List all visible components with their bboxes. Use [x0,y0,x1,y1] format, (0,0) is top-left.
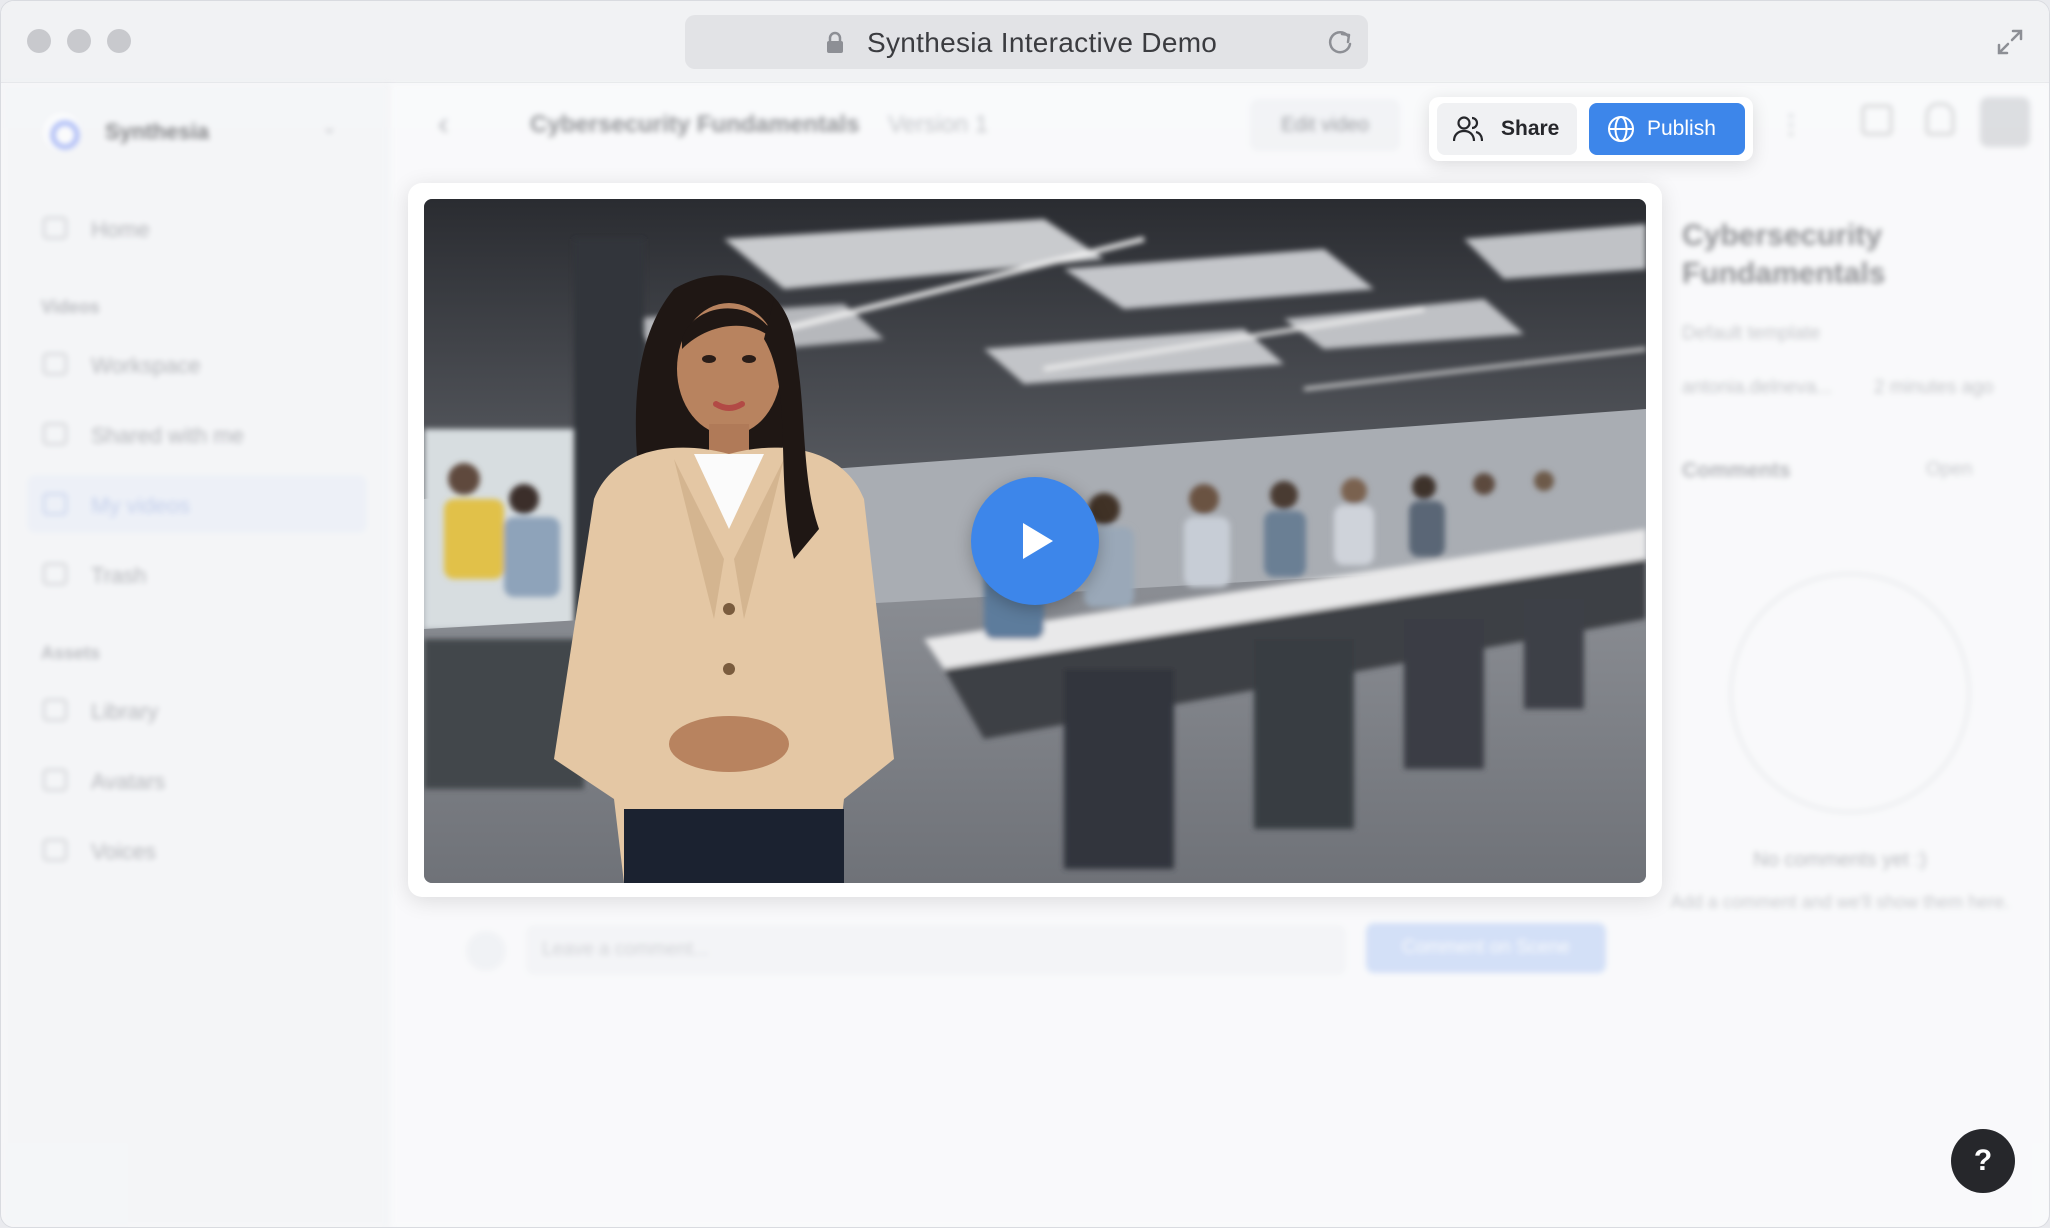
address-bar[interactable]: Synthesia Interactive Demo [685,15,1368,69]
window-maximize-dot[interactable] [107,29,131,53]
sidebar-item-label: Workspace [91,353,201,378]
empty-comments-subtitle: Add a comment and we'll show them here. [1670,892,2010,912]
share-label: Share [1501,117,1560,140]
sidebar-item-voices[interactable]: Voices [27,821,367,879]
details-title: Cybersecurity Fundamentals [1682,219,1886,290]
window-minimize-dot[interactable] [67,29,91,53]
reload-icon[interactable] [1326,28,1354,61]
library-icon [43,699,67,721]
bell-icon[interactable] [1926,103,1954,135]
template-name: Default template [1682,323,1821,344]
page-title: Synthesia Interactive Demo [867,27,1218,58]
sidebar-section-assets: Assets [41,643,101,663]
chevron-down-icon: ⌄ [321,117,337,137]
sidebar-item-label: My videos [91,493,191,518]
org-name: Synthesia [105,119,209,144]
workspace-switcher[interactable]: Synthesia ⌄ [37,107,337,157]
publish-button[interactable]: Publish [1589,103,1745,155]
author-name: antonia.delneva... [1682,377,1833,398]
sidebar-item-trash[interactable]: Trash [27,545,367,603]
share-button[interactable]: Share [1437,103,1577,155]
sidebar-item-home[interactable]: Home [27,199,367,257]
sidebar-item-label: Avatars [91,769,166,794]
grid-icon [43,353,67,375]
commenter-avatar [466,931,506,971]
user-icon [43,493,67,515]
lock-icon [825,31,845,60]
sidebar-item-label: Home [91,217,150,242]
home-icon [43,217,67,239]
play-button[interactable] [971,477,1099,605]
users-icon [1453,116,1483,142]
sidebar: Synthesia ⌄ Home Videos Workspace Shared… [1,83,389,1227]
sidebar-item-my-videos[interactable]: My videos [27,475,367,533]
empty-comments-illustration [1730,573,1970,813]
help-button[interactable]: ? [1951,1129,2015,1193]
browser-window: Synthesia Interactive Demo Synthesia ⌄ H… [0,0,2050,1228]
empty-comments-title: No comments yet :) [1753,849,1927,871]
trash-icon [43,563,67,585]
user-avatar[interactable] [1980,97,2030,147]
comments-filter[interactable]: Open [1926,459,1972,481]
browser-toolbar: Synthesia Interactive Demo [1,1,2049,83]
sidebar-item-shared[interactable]: Shared with me [27,405,367,463]
updated-time: 2 minutes ago [1874,377,1994,398]
globe-icon [1608,116,1634,142]
play-icon [1023,523,1053,559]
share-publish-group: Share Publish [1429,97,1753,161]
sidebar-item-label: Library [91,699,159,724]
edit-video-button[interactable]: Edit video [1250,99,1400,151]
sidebar-item-library[interactable]: Library [27,681,367,739]
expand-icon[interactable] [1995,27,2025,62]
avatar-icon [43,769,67,791]
sidebar-item-label: Shared with me [91,423,244,448]
sidebar-item-label: Trash [91,563,147,588]
back-arrow-icon[interactable]: ‹ [438,105,449,142]
voice-icon [43,839,67,861]
comment-input[interactable]: Leave a comment... [526,925,1346,975]
sidebar-item-avatars[interactable]: Avatars [27,751,367,809]
more-options-icon[interactable]: ⋮ [1778,109,1804,140]
users-icon [43,423,67,445]
window-close-dot[interactable] [27,29,51,53]
sidebar-item-workspace[interactable]: Workspace [27,335,367,393]
sidebar-section-videos: Videos [41,297,100,317]
publish-label: Publish [1647,117,1716,140]
comments-heading: Comments [1682,459,1791,482]
sidebar-item-label: Voices [91,839,156,864]
gift-icon[interactable] [1862,105,1892,135]
comment-bar: Leave a comment... Comment on Scene [466,921,1666,977]
video-title: Cybersecurity Fundamentals [530,111,860,138]
version-select[interactable]: Version 1 [888,111,988,139]
synthesia-logo-icon [41,111,83,153]
comment-submit-button[interactable]: Comment on Scene [1366,923,1606,973]
